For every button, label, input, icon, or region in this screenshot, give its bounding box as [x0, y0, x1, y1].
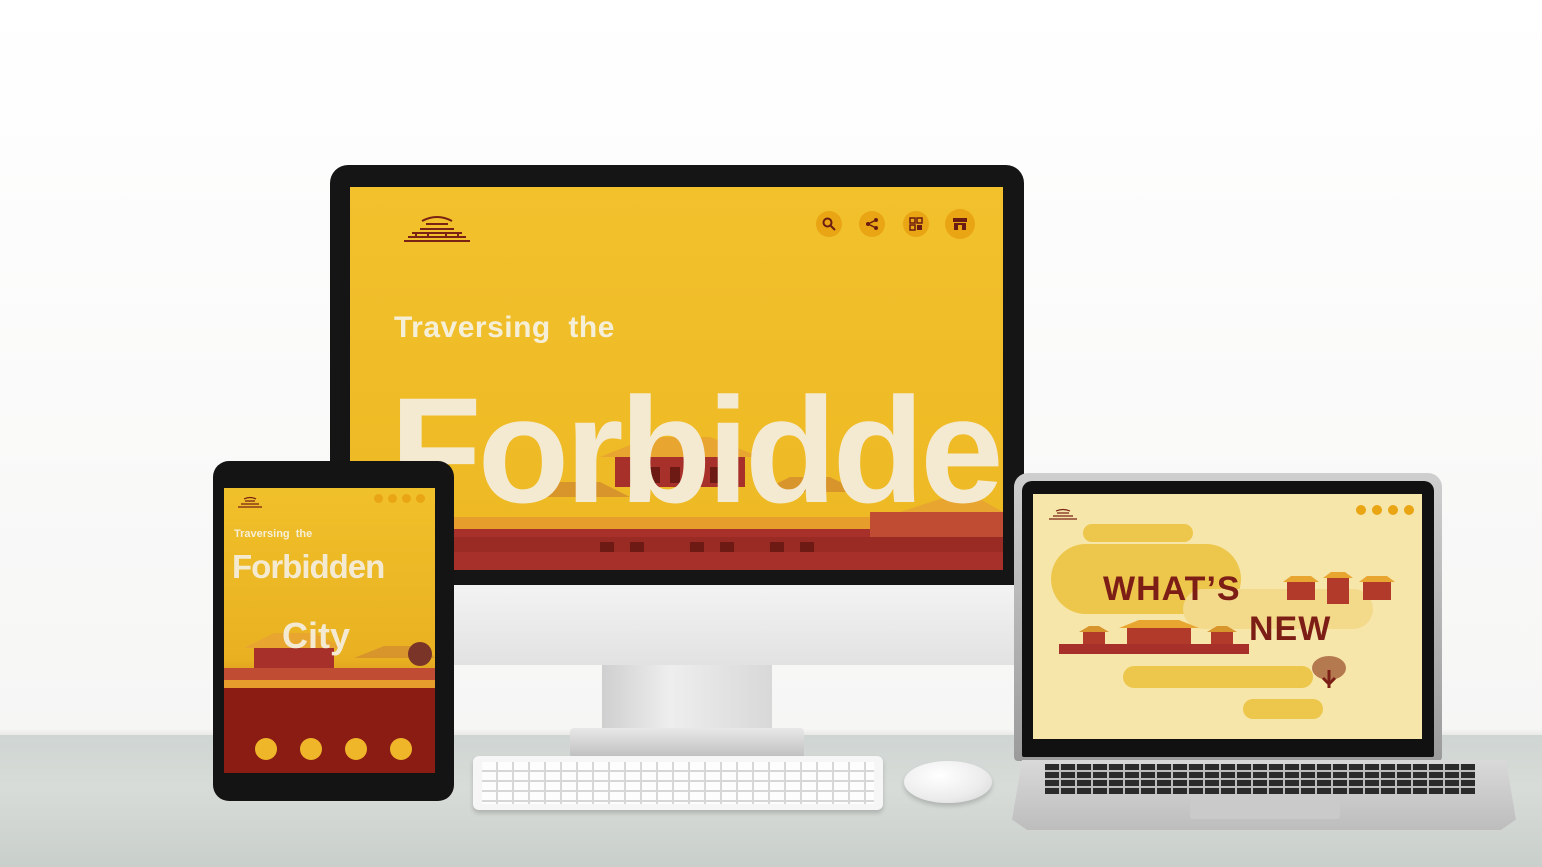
laptop-screen: WHAT’S NEW	[1033, 494, 1422, 739]
share-icon[interactable]	[1372, 505, 1382, 515]
pavilion-illustration	[1283, 572, 1395, 604]
headline-small: Traversing the	[394, 311, 615, 344]
headline-big-line1: Forbidden	[232, 548, 385, 585]
shop-icon[interactable]	[1404, 505, 1414, 515]
headline-big: Forbidden	[390, 366, 1003, 534]
tree-illustration	[1312, 656, 1346, 688]
palace-logo-icon[interactable]	[398, 213, 476, 243]
tablet-footer-panel	[224, 688, 435, 773]
search-icon[interactable]	[816, 211, 842, 237]
share-icon[interactable]	[388, 494, 397, 503]
laptop-key-rows	[1045, 764, 1475, 794]
keyboard-key-rows	[482, 762, 874, 804]
gate-icon[interactable]	[255, 738, 277, 760]
mouse	[904, 761, 992, 803]
cloud-shape	[1083, 524, 1193, 542]
palace-logo-icon[interactable]	[1047, 508, 1079, 520]
gate-icon[interactable]	[345, 738, 367, 760]
palace-logo-icon[interactable]	[236, 496, 264, 508]
grid-icon[interactable]	[1388, 505, 1398, 515]
cloud-shape	[1243, 699, 1323, 719]
grid-icon[interactable]	[402, 494, 411, 503]
share-icon[interactable]	[859, 211, 885, 237]
search-icon[interactable]	[374, 494, 383, 503]
shop-icon[interactable]	[945, 209, 975, 239]
grid-icon[interactable]	[903, 211, 929, 237]
gate-icon[interactable]	[390, 738, 412, 760]
cloud-shape	[1123, 666, 1313, 688]
gate-icon[interactable]	[300, 738, 322, 760]
headline-line2: NEW	[1249, 610, 1332, 648]
desktop-monitor-base	[570, 728, 804, 758]
headline-small: Traversing the	[234, 528, 313, 540]
shop-icon[interactable]	[416, 494, 425, 503]
palace-illustration	[1059, 620, 1249, 654]
search-icon[interactable]	[1356, 505, 1366, 515]
tablet-screen: Traversing the Forbidden City	[224, 488, 435, 773]
headline-line1: WHAT’S	[1103, 570, 1241, 608]
laptop-trackpad	[1190, 797, 1340, 819]
desktop-monitor-stand	[602, 665, 772, 735]
headline-big-line2: City	[282, 615, 351, 656]
